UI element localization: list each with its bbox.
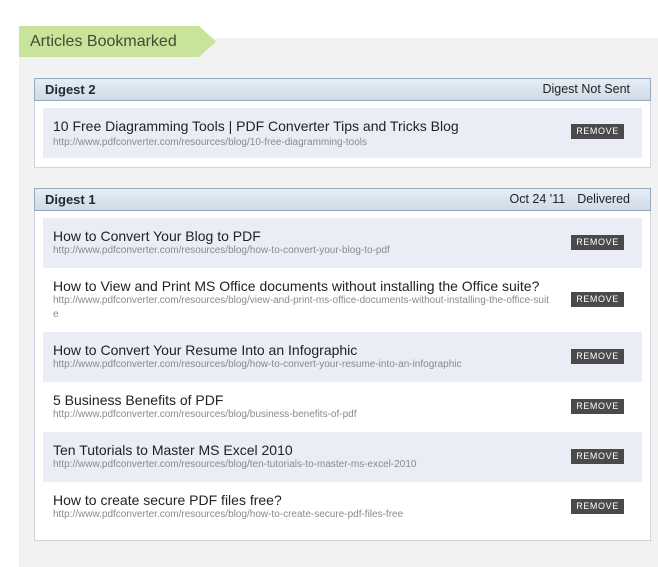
- list-item: How to create secure PDF files free? htt…: [43, 482, 642, 532]
- remove-button[interactable]: REMOVE: [571, 499, 624, 514]
- article-url[interactable]: http://www.pdfconverter.com/resources/bl…: [53, 458, 553, 472]
- article-url[interactable]: http://www.pdfconverter.com/resources/bl…: [53, 508, 553, 522]
- remove-button[interactable]: REMOVE: [571, 399, 624, 414]
- digest-header: Digest 1 Oct 24 '11 Delivered: [34, 188, 651, 211]
- digest-card-1: Digest 1 Oct 24 '11 Delivered How to Conv…: [34, 188, 651, 541]
- digest-title: Digest 2: [45, 82, 96, 97]
- remove-button[interactable]: REMOVE: [571, 449, 624, 464]
- article-title[interactable]: Ten Tutorials to Master MS Excel 2010: [53, 442, 293, 458]
- article-url[interactable]: http://www.pdfconverter.com/resources/bl…: [53, 408, 553, 422]
- list-item: How to Convert Your Blog to PDF http://w…: [43, 218, 642, 268]
- article-title[interactable]: 10 Free Diagramming Tools | PDF Converte…: [53, 118, 459, 134]
- digest-date: Oct 24 '11: [509, 192, 566, 206]
- digest-title: Digest 1: [45, 192, 96, 207]
- remove-button[interactable]: REMOVE: [571, 349, 624, 364]
- article-url[interactable]: http://www.pdfconverter.com/resources/bl…: [53, 358, 553, 372]
- list-item: 10 Free Diagramming Tools | PDF Converte…: [43, 108, 642, 158]
- digest-status: Digest Not Sent: [542, 79, 630, 100]
- article-title[interactable]: 5 Business Benefits of PDF: [53, 392, 223, 408]
- list-item: How to Convert Your Resume Into an Infog…: [43, 332, 642, 382]
- digest-status: Oct 24 '11 Delivered: [510, 189, 630, 210]
- digest-header: Digest 2 Digest Not Sent: [34, 78, 651, 101]
- article-url[interactable]: http://www.pdfconverter.com/resources/bl…: [53, 294, 553, 322]
- article-title[interactable]: How to Convert Your Resume Into an Infog…: [53, 342, 357, 358]
- article-title[interactable]: How to View and Print MS Office document…: [53, 278, 539, 294]
- article-url[interactable]: http://www.pdfconverter.com/resources/bl…: [53, 136, 553, 150]
- article-title[interactable]: How to Convert Your Blog to PDF: [53, 228, 261, 244]
- list-item: 5 Business Benefits of PDF http://www.pd…: [43, 382, 642, 432]
- section-title: Articles Bookmarked: [30, 33, 177, 50]
- article-url[interactable]: http://www.pdfconverter.com/resources/bl…: [53, 244, 553, 258]
- articles-bookmarked-tab: Articles Bookmarked: [19, 26, 216, 57]
- remove-button[interactable]: REMOVE: [571, 235, 624, 250]
- list-item: Ten Tutorials to Master MS Excel 2010 ht…: [43, 432, 642, 482]
- digest-card-2: Digest 2 Digest Not Sent 10 Free Diagram…: [34, 78, 651, 168]
- remove-button[interactable]: REMOVE: [571, 292, 624, 307]
- digest-state: Delivered: [577, 192, 630, 206]
- article-title[interactable]: How to create secure PDF files free?: [53, 492, 282, 508]
- digest-state: Digest Not Sent: [542, 82, 630, 96]
- list-item: How to View and Print MS Office document…: [43, 268, 642, 332]
- remove-button[interactable]: REMOVE: [571, 124, 624, 139]
